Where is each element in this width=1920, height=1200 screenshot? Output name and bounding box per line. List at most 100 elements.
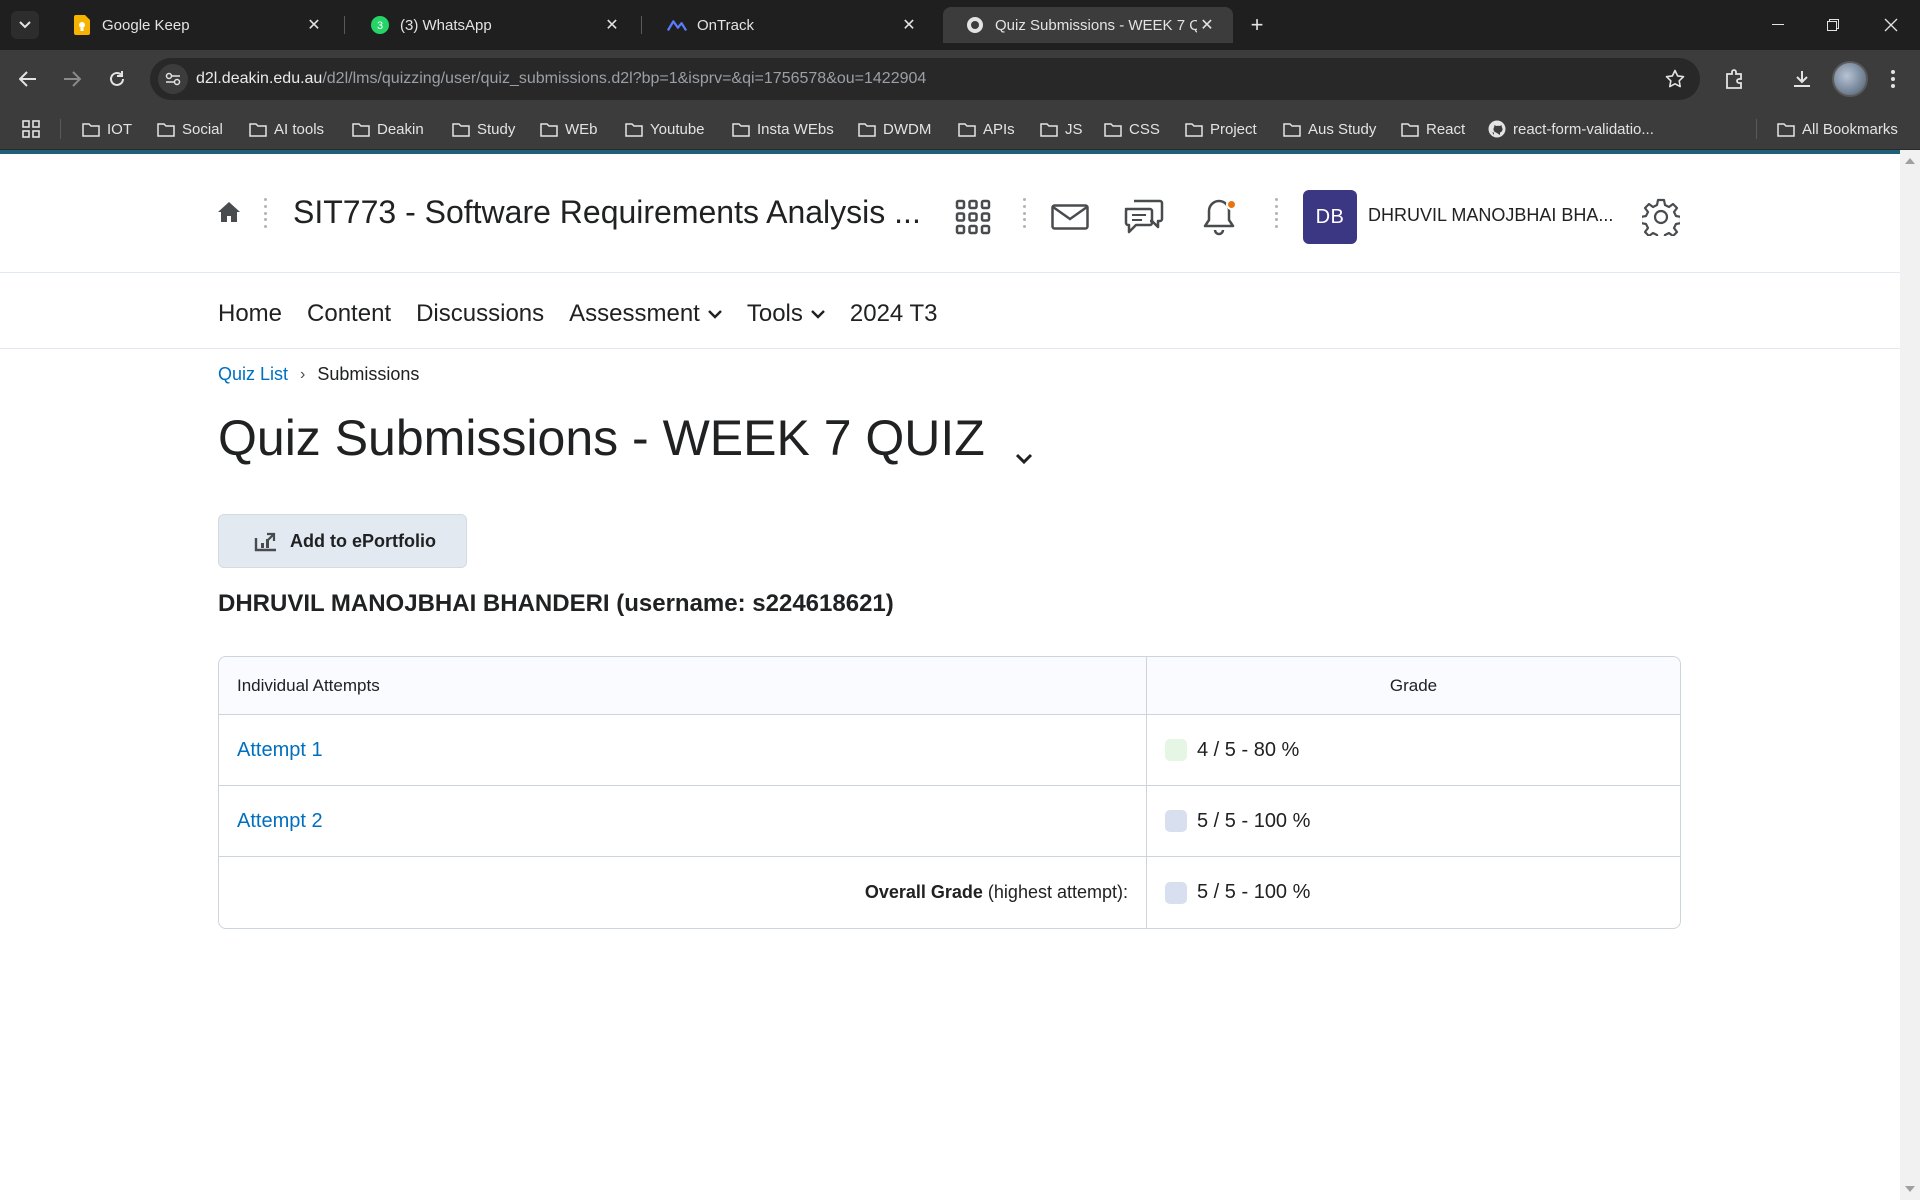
tab-title: OnTrack <box>697 16 754 34</box>
grade-value: 5 / 5 - 100 % <box>1197 809 1311 832</box>
title-actions-dropdown[interactable] <box>1015 418 1033 476</box>
grade-cell: 4 / 5 - 80 % <box>1147 739 1680 762</box>
folder-icon <box>1185 122 1203 137</box>
grade-color-swatch <box>1165 739 1187 761</box>
extensions-icon[interactable] <box>1720 64 1750 94</box>
bookmark-label: CSS <box>1129 120 1160 138</box>
nav-2024-t3[interactable]: 2024 T3 <box>850 300 938 328</box>
more-menu-icon[interactable] <box>1878 64 1908 94</box>
bookmark-item[interactable]: react-form-validatio... <box>1488 118 1654 140</box>
window-close-icon[interactable] <box>1876 10 1906 40</box>
grade-color-swatch <box>1165 881 1187 904</box>
bookmark-label: AI tools <box>274 120 325 138</box>
nav-home[interactable]: Home <box>218 300 282 328</box>
folder-icon <box>1040 122 1058 137</box>
tab-title: Google Keep <box>102 16 190 34</box>
page-scrollbar[interactable] <box>1900 150 1920 1200</box>
address-bar[interactable]: d2l.deakin.edu.au/d2l/lms/quizzing/user/… <box>150 58 1700 100</box>
close-icon[interactable]: ✕ <box>602 15 622 35</box>
bookmark-item[interactable]: AI tools <box>249 118 324 140</box>
new-tab-button[interactable]: + <box>1244 12 1270 38</box>
back-icon[interactable] <box>13 64 43 94</box>
nav-tools[interactable]: Tools <box>747 300 825 328</box>
home-icon[interactable] <box>217 200 241 224</box>
nav-bottom-line <box>0 348 1900 349</box>
bookmark-item[interactable]: Social <box>157 118 223 140</box>
tab-quiz-submissions[interactable]: Quiz Submissions - WEEK 7 QUIZ ✕ <box>943 7 1233 43</box>
site-info-icon[interactable] <box>158 64 188 94</box>
tab-whatsapp[interactable]: 3 (3) WhatsApp ✕ <box>348 7 638 43</box>
browser-toolbar: d2l.deakin.edu.au/d2l/lms/quizzing/user/… <box>0 50 1920 108</box>
grade-cell: 5 / 5 - 100 % <box>1147 881 1680 904</box>
nav-discussions[interactable]: Discussions <box>416 300 544 328</box>
google-keep-icon <box>72 15 92 35</box>
close-icon[interactable]: ✕ <box>304 15 324 35</box>
download-icon[interactable] <box>1787 64 1817 94</box>
page-content: SIT773 - Software Requirements Analysis … <box>0 150 1900 1200</box>
bookmark-item[interactable]: Deakin <box>352 118 424 140</box>
gear-icon[interactable] <box>1641 197 1681 237</box>
bookmark-label: WEb <box>565 120 598 138</box>
bookmark-item[interactable]: Project <box>1185 118 1257 140</box>
overall-grade-value: 5 / 5 - 100 % <box>1197 881 1311 903</box>
add-to-eportfolio-button[interactable]: Add to ePortfolio <box>218 514 467 568</box>
attempt-1-link[interactable]: Attempt 1 <box>237 739 323 761</box>
avatar[interactable]: DB <box>1303 190 1357 244</box>
scroll-down-arrow[interactable] <box>1905 1186 1915 1192</box>
close-icon[interactable]: ✕ <box>899 15 919 35</box>
d2l-icon <box>965 15 985 35</box>
folder-icon <box>1401 122 1419 137</box>
forward-icon[interactable] <box>57 64 87 94</box>
folder-icon <box>352 122 370 137</box>
bookmark-item[interactable]: CSS <box>1104 118 1160 140</box>
scroll-up-arrow[interactable] <box>1905 158 1915 164</box>
bookmark-item[interactable]: Insta WEbs <box>732 118 834 140</box>
mail-icon[interactable] <box>1050 197 1090 237</box>
bookmarks-separator <box>60 119 61 139</box>
tab-google-keep[interactable]: Google Keep ✕ <box>50 7 340 43</box>
breadcrumb-quiz-list-link[interactable]: Quiz List <box>218 364 288 385</box>
folder-icon <box>82 122 100 137</box>
bookmark-item[interactable]: Study <box>452 118 515 140</box>
minimize-icon[interactable] <box>1763 10 1793 40</box>
user-name[interactable]: DHRUVIL MANOJBHAI BHA... <box>1368 205 1613 226</box>
bookmark-label: Project <box>1210 120 1257 138</box>
chevron-down-icon <box>19 21 31 29</box>
chevron-down-icon <box>811 309 825 319</box>
tab-search-button[interactable] <box>11 11 39 39</box>
bookmark-item[interactable]: React <box>1401 118 1465 140</box>
tab-ontrack[interactable]: OnTrack ✕ <box>645 7 935 43</box>
folder-icon <box>157 122 175 137</box>
bookmark-label: DWDM <box>883 120 932 138</box>
whatsapp-icon: 3 <box>370 15 390 35</box>
apps-icon[interactable] <box>22 118 47 140</box>
bookmark-item[interactable]: APIs <box>958 118 1015 140</box>
nav-assessment[interactable]: Assessment <box>569 300 722 328</box>
course-title[interactable]: SIT773 - Software Requirements Analysis … <box>293 194 921 231</box>
table-row: Attempt 1 4 / 5 - 80 % <box>219 715 1680 786</box>
grade-value: 4 / 5 - 80 % <box>1197 738 1300 761</box>
page-title: Quiz Submissions - WEEK 7 QUIZ <box>218 400 1033 476</box>
bookmark-item[interactable]: Youtube <box>625 118 705 140</box>
notifications-bell-icon[interactable] <box>1199 197 1239 237</box>
bookmark-item[interactable]: DWDM <box>858 118 931 140</box>
grade-cell: 5 / 5 - 100 % <box>1147 810 1680 833</box>
header-divider <box>1023 198 1027 228</box>
bookmark-label: Aus Study <box>1308 120 1377 138</box>
bookmark-label: Youtube <box>650 120 705 138</box>
all-bookmarks-button[interactable]: All Bookmarks <box>1777 118 1898 140</box>
bookmark-item[interactable]: WEb <box>540 118 598 140</box>
bookmark-item[interactable]: Aus Study <box>1283 118 1376 140</box>
profile-avatar[interactable] <box>1832 61 1868 97</box>
chat-icon[interactable] <box>1124 197 1164 237</box>
close-icon[interactable]: ✕ <box>1197 15 1217 35</box>
nav-content[interactable]: Content <box>307 300 391 328</box>
course-selector-grid-icon[interactable] <box>953 197 993 237</box>
restore-icon[interactable] <box>1818 10 1848 40</box>
bookmark-star-icon[interactable] <box>1664 68 1686 90</box>
bookmark-item[interactable]: IOT <box>82 118 132 140</box>
reload-icon[interactable] <box>102 64 132 94</box>
bookmark-item[interactable]: JS <box>1040 118 1083 140</box>
header-divider <box>1275 198 1279 228</box>
attempt-2-link[interactable]: Attempt 2 <box>237 810 323 832</box>
